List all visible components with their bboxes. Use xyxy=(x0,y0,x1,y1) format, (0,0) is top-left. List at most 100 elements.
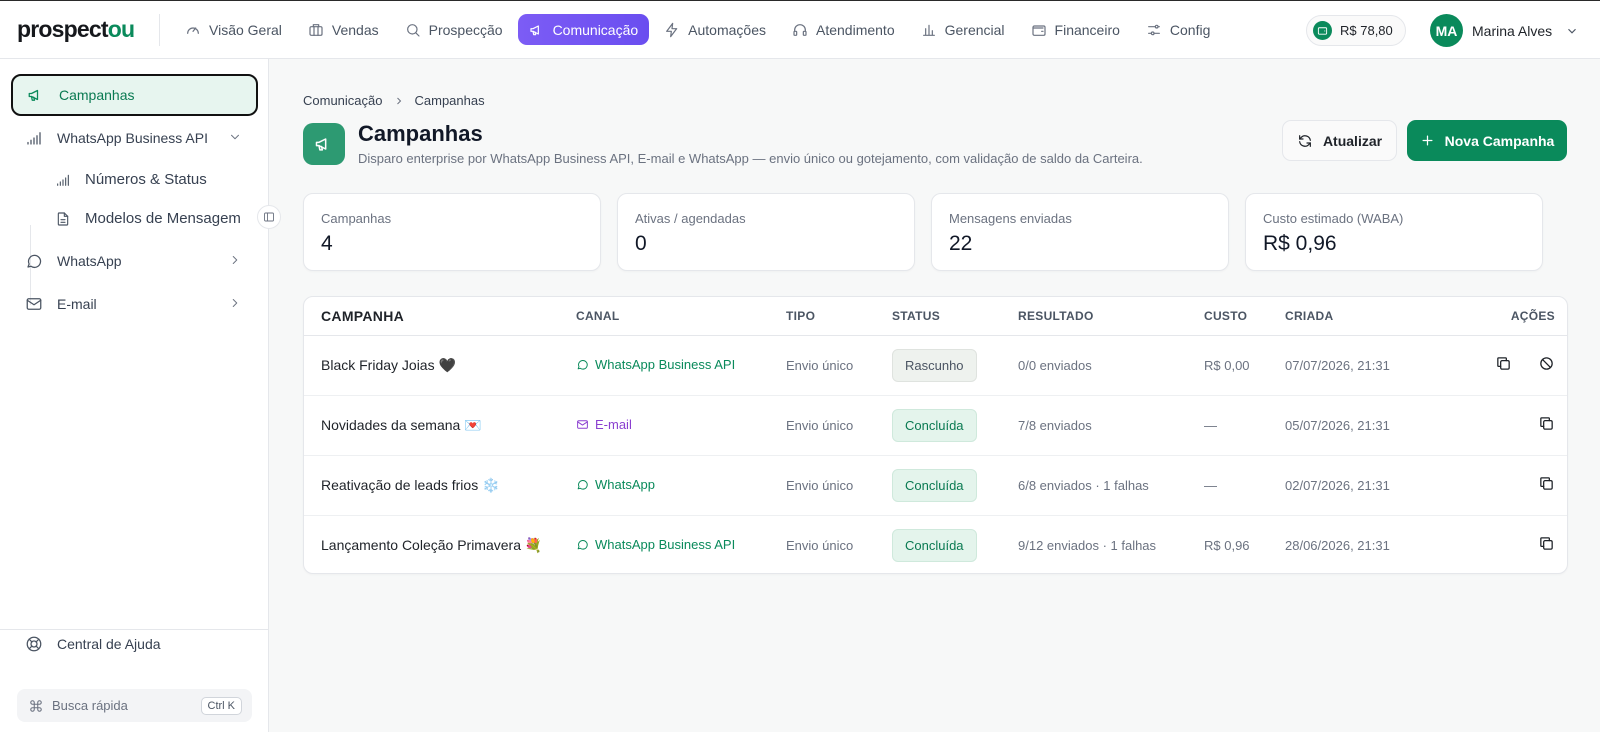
campaign-name[interactable]: Novidades da semana 💌 xyxy=(304,395,576,456)
copy-icon[interactable] xyxy=(1538,475,1555,492)
status-badge: Concluída xyxy=(892,528,977,562)
page-title: Campanhas xyxy=(358,121,483,146)
megaphone-icon xyxy=(303,123,345,165)
command-icon xyxy=(30,699,42,712)
refresh-button[interactable]: Atualizar xyxy=(1282,120,1397,161)
nav-label: Visão Geral xyxy=(209,21,282,38)
nav-label: Prospecção xyxy=(428,21,503,38)
refresh-icon xyxy=(1299,134,1311,147)
column-header: CRIADA xyxy=(1285,297,1445,336)
stat-label: Mensagens enviadas xyxy=(949,211,1072,226)
signal-icon xyxy=(57,174,69,186)
refresh-label: Atualizar xyxy=(1322,132,1383,149)
chevron-right-icon xyxy=(228,253,242,270)
sidebar-item-modelos-mensagem[interactable]: Modelos de Mensagem xyxy=(55,210,241,227)
table-row[interactable]: Reativação de leads frios ❄️ WhatsApp En… xyxy=(304,455,1567,516)
nav-config[interactable]: Config xyxy=(1135,14,1221,45)
nav-gerencial[interactable]: Gerencial xyxy=(910,14,1016,45)
message-circle-icon xyxy=(577,479,588,490)
nav-financeiro[interactable]: Financeiro xyxy=(1020,14,1131,45)
channel-label: WhatsApp xyxy=(576,477,655,492)
user-menu[interactable]: MA Marina Alves xyxy=(1430,14,1579,47)
sidebar-item-email[interactable]: E-mail xyxy=(25,295,242,313)
stat-label: Campanhas xyxy=(321,211,392,226)
nav-label: Config xyxy=(1169,21,1211,38)
sidebar-item-whatsapp[interactable]: WhatsApp xyxy=(25,252,242,270)
help-center-link[interactable]: Central de Ajuda xyxy=(25,635,161,653)
campaign-result: 9/12 enviados · 1 falhas xyxy=(1018,537,1157,553)
channel-text: WhatsApp Business API xyxy=(595,536,736,552)
sliders-icon xyxy=(1147,24,1160,35)
status-badge: Concluída xyxy=(892,408,977,442)
quick-search-label: Busca rápida xyxy=(52,698,128,713)
sidebar-item-numeros-status[interactable]: Números & Status xyxy=(55,171,207,188)
message-circle-icon xyxy=(577,539,588,550)
new-campaign-button[interactable]: Nova Campanha xyxy=(1407,120,1567,161)
shortcut-hint: Ctrl K xyxy=(200,696,242,715)
stat-label: Custo estimado (WABA) xyxy=(1263,211,1404,226)
campaign-type: Envio único xyxy=(786,395,892,456)
megaphone-icon xyxy=(529,24,539,35)
avatar: MA xyxy=(1430,14,1463,47)
copy-icon[interactable] xyxy=(1538,535,1555,552)
campaign-cost: — xyxy=(1204,395,1285,456)
stat-value: 22 xyxy=(949,232,973,255)
nav-atendimento[interactable]: Atendimento xyxy=(781,14,906,45)
nav-label: Gerencial xyxy=(944,21,1005,38)
campaign-result: 7/8 enviados xyxy=(1018,395,1204,456)
quick-search[interactable]: Busca rápida Ctrl K xyxy=(17,689,252,722)
top-bar: prospectou Visão Geral Vendas Prospecção… xyxy=(0,0,1600,59)
column-header: CAMPANHA xyxy=(304,297,576,336)
brand-logo[interactable]: prospectou xyxy=(17,16,159,43)
sidebar-item-campanhas[interactable]: Campanhas xyxy=(11,74,258,116)
copy-icon[interactable] xyxy=(1495,355,1512,372)
channel-label: WhatsApp Business API xyxy=(576,537,735,552)
column-header: CANAL xyxy=(576,297,786,336)
nav-prospeccao[interactable]: Prospecção xyxy=(394,14,514,45)
briefcase-icon xyxy=(309,23,323,36)
channel-text: WhatsApp Business API xyxy=(595,356,736,372)
mail-icon xyxy=(577,419,588,429)
nav-label: Comunicação xyxy=(552,21,639,38)
channel-text: WhatsApp xyxy=(595,476,655,492)
campaign-result: 0/0 enviados xyxy=(1018,335,1204,396)
zap-icon xyxy=(666,22,678,37)
wallet-balance[interactable]: R$ 78,80 xyxy=(1306,15,1406,46)
table-row[interactable]: Lançamento Coleção Primavera 💐 WhatsApp … xyxy=(304,515,1567,573)
nav-label: Automações xyxy=(688,21,766,38)
breadcrumb-current: Campanhas xyxy=(414,93,485,108)
sidebar-item-label: WhatsApp Business API xyxy=(57,130,208,146)
campaign-created: 28/06/2026, 21:31 xyxy=(1285,537,1390,553)
chevron-right-icon xyxy=(396,97,401,104)
copy-icon[interactable] xyxy=(1538,415,1555,432)
ban-icon[interactable] xyxy=(1538,355,1555,372)
campaign-cost: R$ 0,00 xyxy=(1204,335,1285,396)
table-row[interactable]: Novidades da semana 💌 E-mail Envio único… xyxy=(304,395,1567,456)
chevron-down-icon xyxy=(228,130,242,147)
nav-vendas[interactable]: Vendas xyxy=(297,14,390,45)
campaign-cost: R$ 0,96 xyxy=(1204,537,1250,553)
wallet-icon xyxy=(1313,21,1332,40)
breadcrumb-item[interactable]: Comunicação xyxy=(303,93,383,108)
campaign-name[interactable]: Black Friday Joias 🖤 xyxy=(304,335,576,396)
nav-comunicacao[interactable]: Comunicação xyxy=(517,14,650,45)
campaign-type: Envio único xyxy=(786,537,854,553)
stat-card: Ativas / agendadas 0 xyxy=(617,193,915,271)
plus-icon xyxy=(1422,135,1433,146)
sidebar-item-whatsapp-business-api[interactable]: WhatsApp Business API xyxy=(25,129,242,147)
sidebar-item-label: Campanhas xyxy=(59,87,135,103)
stat-value: R$ 0,96 xyxy=(1263,232,1337,255)
column-header: AÇÕES xyxy=(1445,297,1567,336)
message-circle-icon xyxy=(27,254,42,269)
nav-visao-geral[interactable]: Visão Geral xyxy=(174,14,293,45)
column-header: CUSTO xyxy=(1204,297,1285,336)
sidebar: Campanhas WhatsApp Business API Números … xyxy=(0,59,281,732)
column-header: RESULTADO xyxy=(1018,297,1204,336)
table-row[interactable]: Black Friday Joias 🖤 WhatsApp Business A… xyxy=(304,335,1567,396)
campaign-name[interactable]: Reativação de leads frios ❄️ xyxy=(304,455,576,516)
page-subtitle: Disparo enterprise por WhatsApp Business… xyxy=(358,151,1143,166)
column-header: STATUS xyxy=(892,297,1018,336)
nav-automacoes[interactable]: Automações xyxy=(653,14,777,45)
campaign-name[interactable]: Lançamento Coleção Primavera 💐 xyxy=(304,515,576,573)
campaign-type: Envio único xyxy=(786,455,892,516)
